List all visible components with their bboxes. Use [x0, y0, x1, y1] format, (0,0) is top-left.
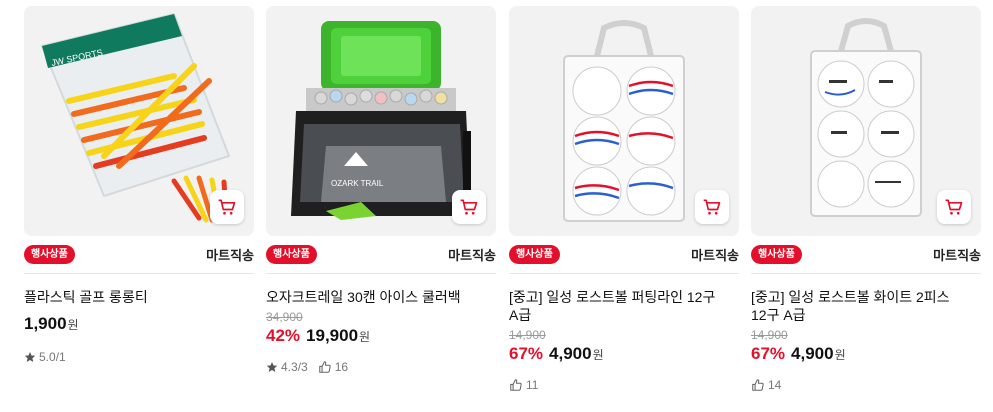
- product-meta-row: 행사상품 마트직송: [509, 236, 739, 274]
- currency-unit: 원: [834, 348, 846, 362]
- product-meta-row: 행사상품 마트직송: [24, 236, 254, 274]
- sale-price: 1,900: [24, 314, 67, 333]
- discount-rate: 67%: [509, 344, 544, 363]
- currency-unit: 원: [592, 348, 604, 362]
- delivery-type: 마트직송: [206, 248, 254, 263]
- cart-icon: [460, 199, 478, 215]
- add-to-cart-button[interactable]: [210, 190, 244, 224]
- currency-unit: 원: [359, 330, 371, 344]
- like-count: 16: [334, 360, 349, 374]
- product-stats: 5.0/1: [24, 350, 254, 364]
- sale-price: 4,900: [549, 344, 592, 363]
- product-card[interactable]: 행사상품 마트직송 [중고] 일성 로스트볼 퍼팅라인 12구 A급 14,90…: [509, 6, 739, 406]
- sale-price: 4,900: [791, 344, 834, 363]
- add-to-cart-button[interactable]: [695, 190, 729, 224]
- delivery-type: 마트직송: [933, 248, 981, 263]
- original-price: 14,900: [509, 328, 546, 342]
- product-meta-row: 행사상품 마트직송: [266, 236, 496, 274]
- product-title[interactable]: [중고] 일성 로스트볼 퍼팅라인 12구 A급: [509, 288, 739, 324]
- product-card[interactable]: JW SPORTS 행사상품 마트직송 플라스틱 골프 롱롱티 1,900 원 …: [24, 6, 254, 406]
- cart-icon: [945, 199, 963, 215]
- price-row: 1,900 원: [24, 314, 254, 334]
- product-card[interactable]: 행사상품 마트직송 [중고] 일성 로스트볼 화이트 2피스 12구 A급 14…: [751, 6, 981, 406]
- delivery-type: 마트직송: [691, 248, 739, 263]
- rating-value: 4.3: [281, 360, 298, 374]
- original-price: 34,900: [266, 310, 303, 324]
- like-hand-icon: [510, 379, 522, 391]
- price-row: 67% 4,900 원: [509, 344, 739, 364]
- like-hand-icon: [752, 379, 764, 391]
- delivery-type: 마트직송: [448, 248, 496, 263]
- product-grid: JW SPORTS 행사상품 마트직송 플라스틱 골프 롱롱티 1,900 원 …: [0, 0, 993, 412]
- like-count: 14: [768, 378, 782, 392]
- likes: 16: [318, 360, 348, 374]
- product-card[interactable]: OZARK TRAIL 행사상품 마트직송 오자크트레일 30캔 아이스 쿨러백…: [266, 6, 496, 406]
- event-badge: 행사상품: [751, 245, 802, 264]
- cooler-brand: OZARK TRAIL: [331, 179, 384, 188]
- event-badge: 행사상품: [509, 245, 560, 264]
- review-count: /3: [297, 360, 308, 374]
- product-title[interactable]: 오자크트레일 30캔 아이스 쿨러백: [266, 288, 496, 306]
- rating-value: 5.0: [39, 350, 56, 364]
- likes: 11: [509, 378, 538, 392]
- like-count: 11: [526, 378, 539, 392]
- star-icon: [266, 362, 278, 372]
- product-stats: 11: [509, 378, 739, 392]
- discount-rate: 67%: [751, 344, 786, 363]
- star-icon: [24, 352, 36, 362]
- rating: 4.3/3: [266, 360, 308, 374]
- product-image[interactable]: [509, 6, 739, 236]
- discount-rate: 42%: [266, 326, 301, 345]
- product-title[interactable]: 플라스틱 골프 롱롱티: [24, 288, 254, 306]
- cart-icon: [703, 199, 721, 215]
- original-price: 14,900: [751, 328, 788, 342]
- rating: 5.0/1: [24, 350, 66, 364]
- price-row: 42% 19,900 원: [266, 326, 496, 346]
- cart-icon: [218, 199, 236, 215]
- currency-unit: 원: [67, 318, 79, 332]
- sale-price: 19,900: [306, 326, 359, 345]
- like-hand-icon: [318, 361, 331, 373]
- product-image[interactable]: OZARK TRAIL: [266, 6, 496, 236]
- product-meta-row: 행사상품 마트직송: [751, 236, 981, 274]
- product-stats: 4.3/3 16: [266, 360, 496, 374]
- product-image[interactable]: JW SPORTS: [24, 6, 254, 236]
- add-to-cart-button[interactable]: [937, 190, 971, 224]
- event-badge: 행사상품: [266, 245, 317, 264]
- event-badge: 행사상품: [24, 245, 75, 264]
- likes: 14: [751, 378, 781, 392]
- product-image[interactable]: [751, 6, 981, 236]
- review-count: /1: [55, 350, 66, 364]
- add-to-cart-button[interactable]: [452, 190, 486, 224]
- price-row: 67% 4,900 원: [751, 344, 981, 364]
- product-title[interactable]: [중고] 일성 로스트볼 화이트 2피스 12구 A급: [751, 288, 981, 324]
- product-stats: 14: [751, 378, 981, 392]
